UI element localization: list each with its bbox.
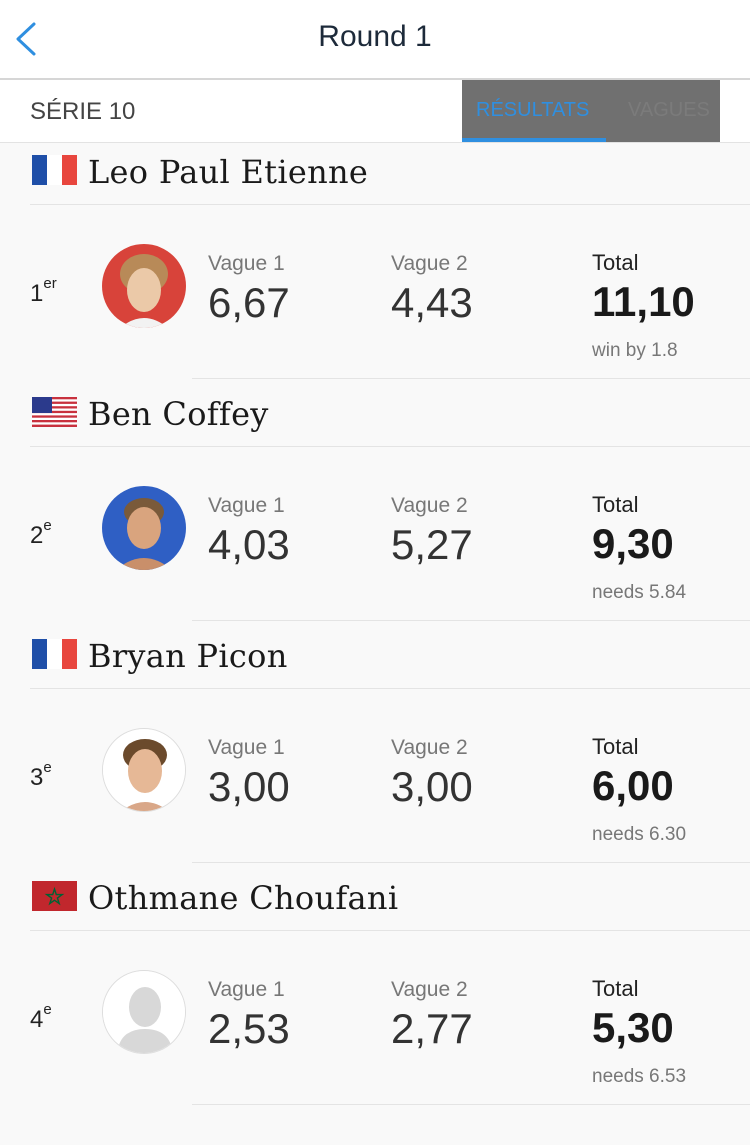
surfer-row[interactable]: Leo Paul Etienne 1er Vague 1 6,67 Vague … [0,143,750,385]
total-score: 11,10 [592,278,695,325]
app-header: Round 1 [0,0,750,80]
divider [192,862,750,863]
divider [30,930,750,931]
avatar [102,486,186,570]
surfer-name-row: Bryan Picon [0,627,750,689]
france-flag-icon [32,155,77,185]
wave1-score: 6,67 [208,279,290,326]
usa-flag-icon [32,397,77,427]
surfer-photo [103,729,185,811]
surfer-name-row: Othmane Choufani [0,869,750,931]
tab-waves[interactable]: VAGUES [628,97,710,123]
tab-bar: RÉSULTATS VAGUES [462,80,720,142]
divider [30,446,750,447]
wave1-label: Vague 1 [208,978,285,1001]
surfer-name: Othmane Choufani [88,879,399,917]
heat-label: SÉRIE 10 [30,98,136,125]
avatar [102,244,186,328]
wave1-label: Vague 1 [208,494,285,517]
heat-bar: SÉRIE 10 RÉSULTATS VAGUES [0,80,750,143]
wave2-label: Vague 2 [391,736,468,759]
total-score: 5,30 [592,1004,674,1051]
total-score: 9,30 [592,520,674,567]
surfer-name: Bryan Picon [88,637,288,675]
surfer-row[interactable]: Bryan Picon 3e Vague 1 3,00 Vague 2 3,00… [0,627,750,869]
rank: 1er [30,275,57,307]
avatar [102,728,186,812]
wave1-label: Vague 1 [208,252,285,275]
surfer-photo [102,244,186,328]
wave2-label: Vague 2 [391,252,468,275]
divider [192,620,750,621]
tab-results[interactable]: RÉSULTATS [476,97,589,123]
wave1-score: 2,53 [208,1005,290,1052]
divider [30,204,750,205]
total-label: Total [592,734,639,759]
wave1-label: Vague 1 [208,736,285,759]
score-note: win by 1.8 [592,340,678,361]
score-note: needs 6.30 [592,824,687,845]
wave2-score: 3,00 [391,763,473,810]
morocco-flag-icon [32,881,77,911]
surfer-name: Ben Coffey [88,395,269,433]
surfer-photo [102,486,186,570]
surfer-name: Leo Paul Etienne [88,153,369,191]
rank: 4e [30,1001,52,1033]
surfer-row[interactable]: Ben Coffey 2e Vague 1 4,03 Vague 2 5,27 … [0,385,750,627]
total-score: 6,00 [592,762,674,809]
wave2-label: Vague 2 [391,978,468,1001]
rank: 3e [30,759,52,791]
total-label: Total [592,250,639,275]
divider [192,1104,750,1105]
score-note: needs 6.53 [592,1066,687,1087]
total-label: Total [592,492,639,517]
total-label: Total [592,976,639,1001]
surfer-row[interactable]: Othmane Choufani 4e Vague 1 2,53 Vague 2… [0,869,750,1111]
wave1-score: 4,03 [208,521,290,568]
divider [30,688,750,689]
wave2-score: 5,27 [391,521,473,568]
user-placeholder-icon [103,971,185,1053]
rank: 2e [30,517,52,549]
wave1-score: 3,00 [208,763,290,810]
wave2-score: 4,43 [391,279,473,326]
score-note: needs 5.84 [592,582,687,603]
surfer-name-row: Leo Paul Etienne [0,143,750,205]
surfer-name-row: Ben Coffey [0,385,750,447]
avatar [102,970,186,1054]
wave2-score: 2,77 [391,1005,473,1052]
france-flag-icon [32,639,77,669]
wave2-label: Vague 2 [391,494,468,517]
page-title: Round 1 [318,20,432,53]
active-tab-indicator [462,138,606,142]
divider [192,378,750,379]
